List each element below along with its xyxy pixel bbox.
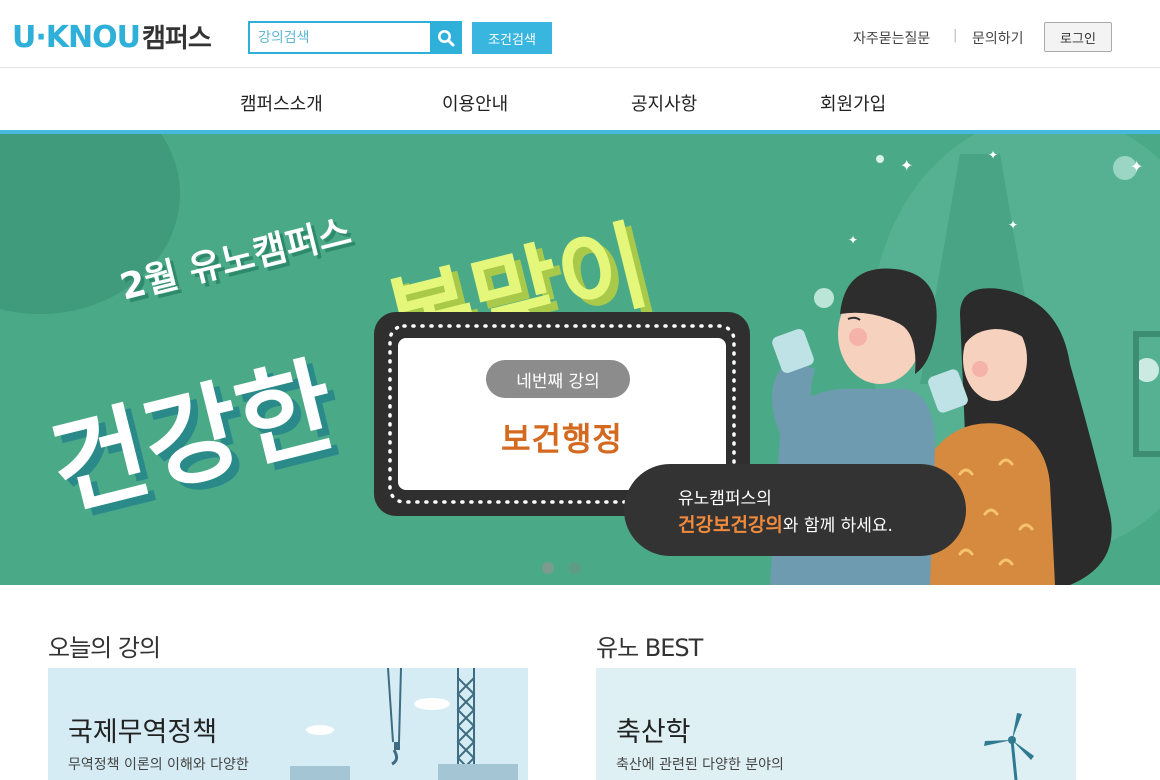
svg-text:✦: ✦ [848, 233, 858, 247]
best-card-title: 축산학 [616, 717, 691, 748]
slide-dot-2[interactable] [569, 562, 581, 574]
site-logo[interactable]: U·KNOU 캠퍼스 [12, 18, 212, 55]
speech-line-2: 건강보건강의와 함께 하세요. [678, 510, 893, 537]
best-section-title: 유노 BEST [596, 634, 703, 662]
search-input[interactable] [248, 21, 430, 54]
faq-link[interactable]: 자주묻는질문 [853, 28, 930, 48]
logo-sub-text: 캠퍼스 [141, 24, 212, 54]
main-nav: 캠퍼스소개 이용안내 공지사항 회원가입 [0, 68, 1160, 134]
login-button[interactable]: 로그인 [1044, 22, 1112, 52]
today-card-desc: 무역정책 이론의 이해와 다양한 [68, 757, 249, 773]
best-lecture-card[interactable]: 축산학 축산에 관련된 다양한 분야의 [596, 668, 1076, 780]
lecture-name: 보건행정 [501, 420, 623, 458]
nav-item-guide[interactable]: 이용안내 [442, 90, 508, 116]
best-card-desc: 축산에 관련된 다양한 분야의 [616, 757, 784, 773]
speech-line-1: 유노캠퍼스의 [678, 489, 772, 509]
today-card-title: 국제무역정책 [68, 717, 218, 748]
nav-item-notice[interactable]: 공지사항 [631, 90, 697, 116]
svg-text:✦: ✦ [900, 156, 913, 175]
lecture-order-badge: 네번째 강의 [486, 360, 630, 398]
logo-main-text: U·KNOU [12, 20, 141, 55]
hero-banner[interactable]: ✦ ✦ ✦ ✦ ✦ 2월 유노캠퍼스 2월 유노캠퍼스 건강한 건강한 봄맞이 … [0, 134, 1160, 585]
today-section-title: 오늘의 강의 [48, 634, 161, 662]
util-separator: | [953, 28, 958, 43]
speech-bubble: 유노캠퍼스의 건강보건강의와 함께 하세요. [624, 464, 966, 556]
svg-text:✦: ✦ [988, 148, 998, 162]
condition-search-button[interactable]: 조건검색 [472, 22, 552, 54]
search-button[interactable] [430, 21, 462, 54]
speech-rest: 와 함께 하세요. [782, 516, 893, 536]
svg-text:✦: ✦ [1008, 218, 1018, 232]
svg-text:✦: ✦ [1130, 157, 1143, 176]
search-icon [438, 29, 455, 46]
search-box [248, 21, 462, 54]
header-bar: U·KNOU 캠퍼스 조건검색 자주묻는질문 | 문의하기 로그인 [0, 0, 1160, 68]
nav-item-campus-intro[interactable]: 캠퍼스소개 [240, 90, 323, 116]
today-lecture-card[interactable]: 국제무역정책 무역정책 이론의 이해와 다양한 [48, 668, 528, 780]
inquiry-link[interactable]: 문의하기 [972, 28, 1024, 48]
speech-highlight: 건강보건강의 [678, 514, 783, 536]
nav-item-signup[interactable]: 회원가입 [820, 90, 886, 116]
slide-dot-1[interactable] [542, 562, 554, 574]
